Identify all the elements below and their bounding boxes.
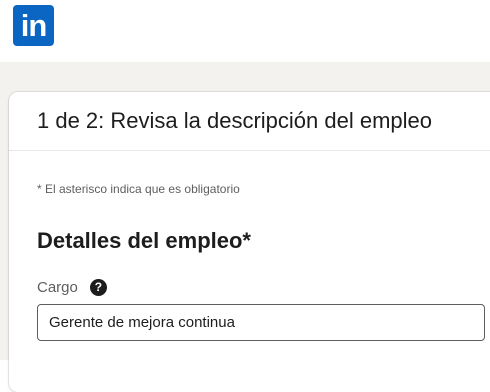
linkedin-logo[interactable]: in	[13, 5, 54, 46]
section-title: Detalles del empleo*	[37, 228, 251, 253]
job-title-label-row: Cargo ?	[37, 277, 107, 297]
job-description-card: 1 de 2: Revisa la descripción del empleo…	[9, 92, 490, 392]
card-header: 1 de 2: Revisa la descripción del empleo	[9, 92, 490, 151]
job-title-input[interactable]	[37, 304, 485, 341]
job-title-label: Cargo	[37, 278, 78, 296]
card-title: 1 de 2: Revisa la descripción del empleo	[37, 108, 433, 133]
required-fields-note: * El asterisco indica que es obligatorio	[37, 182, 240, 196]
question-circle-icon[interactable]: ?	[89, 278, 107, 296]
top-bar: in	[0, 0, 490, 62]
